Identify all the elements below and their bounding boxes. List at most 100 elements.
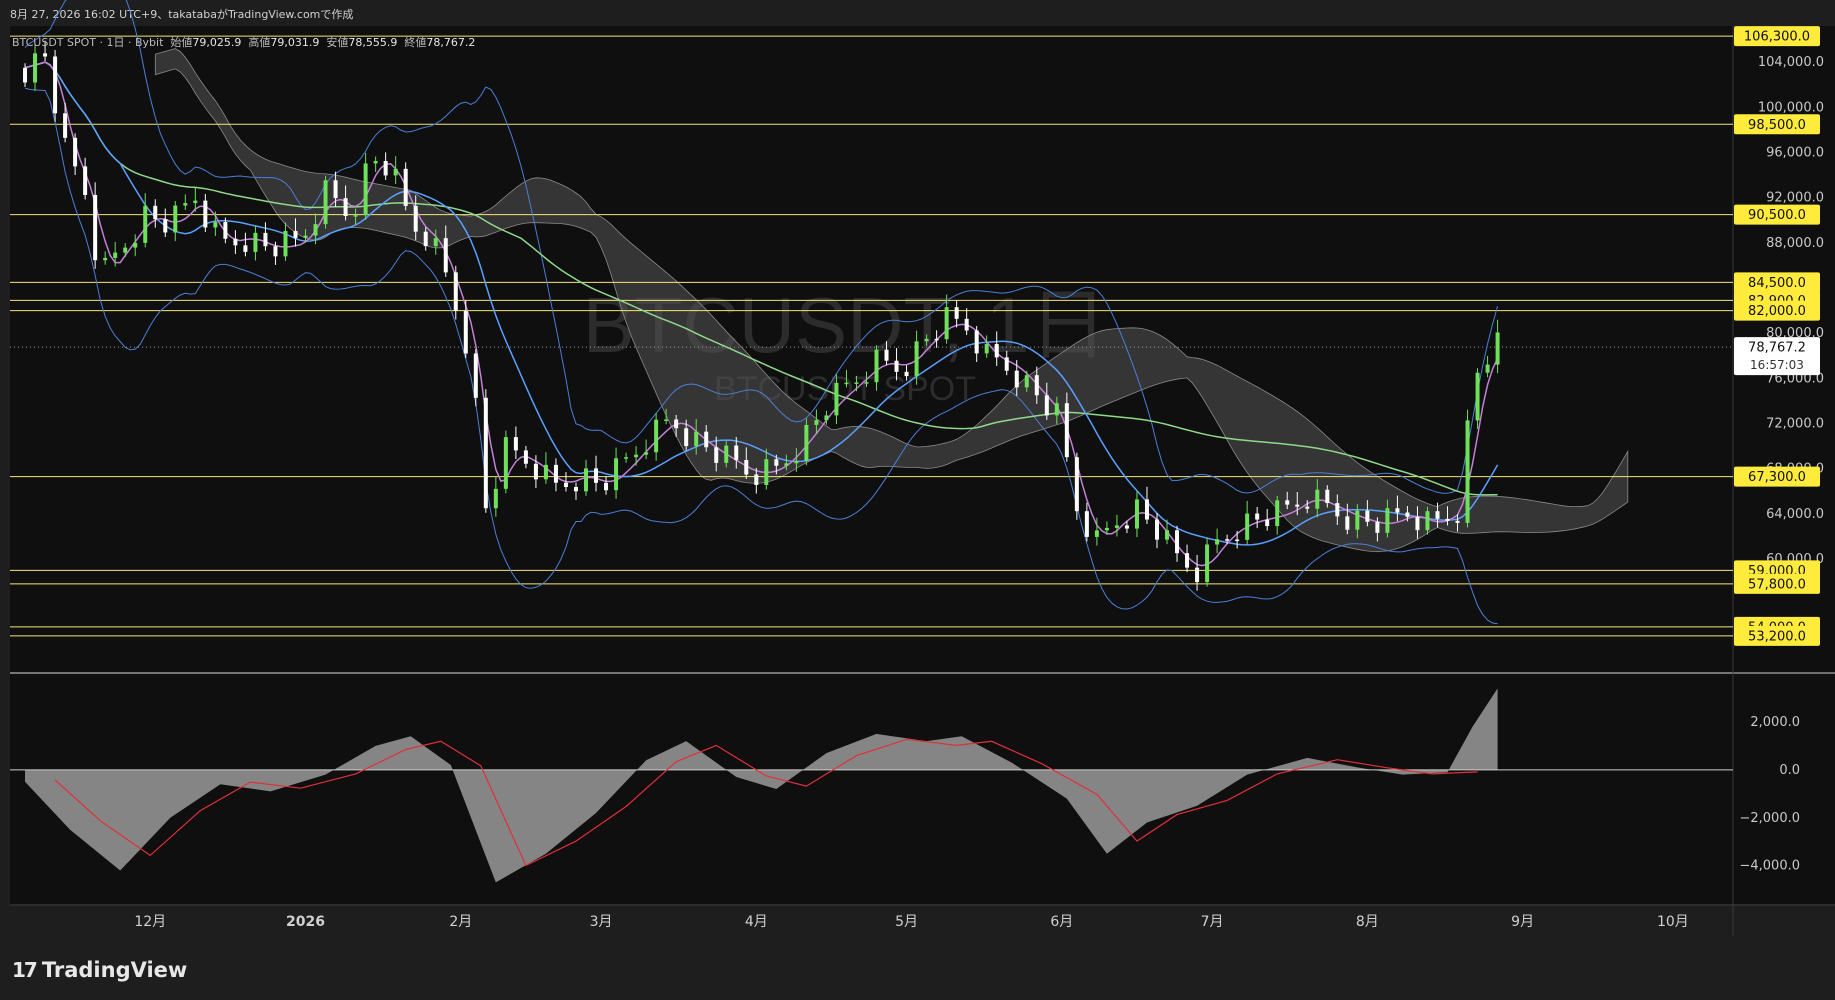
- candle-body: [674, 419, 679, 429]
- candle-body: [984, 344, 989, 354]
- candle-body: [573, 487, 578, 492]
- candle-body: [343, 198, 348, 216]
- close-value: 78,767.2: [426, 36, 476, 49]
- candle-body: [533, 463, 538, 480]
- candle-body: [1144, 499, 1149, 520]
- candle-body: [1355, 510, 1360, 530]
- candle-body: [1094, 530, 1099, 537]
- oscillator-tick-label: −4,000.0: [1739, 859, 1800, 874]
- candle-body: [163, 219, 168, 233]
- candle-body: [303, 235, 308, 238]
- candle-body: [503, 437, 508, 489]
- candle-body: [704, 431, 709, 448]
- candle-body: [604, 482, 609, 491]
- tradingview-logo[interactable]: 17 TradingView: [12, 958, 187, 982]
- candle-body: [1485, 364, 1490, 373]
- candle-body: [884, 349, 889, 361]
- level-badge-label: 98,500.0: [1748, 118, 1806, 133]
- candle-body: [283, 230, 288, 257]
- candle-body: [774, 459, 779, 466]
- candle-body: [1124, 525, 1129, 529]
- price-tick-label: 72,000.0: [1766, 417, 1824, 432]
- candle-body: [904, 371, 909, 377]
- candle-body: [1165, 530, 1170, 540]
- time-tick-label: 7月: [1201, 914, 1224, 930]
- candle-body: [1074, 457, 1079, 512]
- candle-body: [914, 341, 919, 377]
- oscillator-tick-label: 2,000.0: [1750, 715, 1800, 730]
- candle-body: [1134, 499, 1139, 529]
- time-tick-label: 2026: [286, 914, 325, 930]
- open-value: 79,025.9: [192, 36, 242, 49]
- candle-body: [233, 238, 238, 246]
- candle-body: [203, 200, 208, 228]
- level-badge-label: 106,300.0: [1744, 30, 1810, 45]
- level-badge-label: 67,300.0: [1748, 470, 1806, 485]
- candle-body: [1195, 567, 1200, 583]
- candle-body: [113, 252, 118, 258]
- candle-body: [804, 424, 809, 461]
- candle-body: [1014, 370, 1019, 388]
- price-tick-label: 96,000.0: [1766, 145, 1824, 160]
- candle-body: [523, 450, 528, 464]
- candle-body: [483, 397, 488, 509]
- candle-body: [1395, 508, 1400, 513]
- candle-body: [373, 160, 378, 164]
- candle-body: [1465, 420, 1470, 523]
- candle-body: [634, 454, 639, 458]
- candle-body: [614, 458, 619, 491]
- candle-body: [1325, 489, 1330, 504]
- high-label: 高値: [248, 36, 271, 49]
- candle-body: [23, 67, 28, 83]
- candle-body: [784, 463, 789, 466]
- candle-body: [403, 168, 408, 206]
- price-tick-label: 92,000.0: [1766, 191, 1824, 206]
- bar-countdown-label: 16:57:03: [1750, 358, 1804, 372]
- candle-body: [1445, 518, 1450, 521]
- candle-body: [1375, 521, 1380, 533]
- time-tick-label: 3月: [590, 914, 613, 930]
- candle-body: [473, 353, 478, 398]
- candle-body: [1114, 525, 1119, 528]
- chart-canvas[interactable]: BTCUSDT, 1日BTCUSDT SPOT104,000.0100,000.…: [0, 0, 1835, 1000]
- candle-body: [654, 419, 659, 453]
- candle-body: [794, 460, 799, 464]
- candle-body: [443, 238, 448, 273]
- open-label: 始値: [170, 36, 193, 49]
- candle-body: [874, 349, 879, 383]
- candle-body: [63, 113, 68, 138]
- candle-body: [594, 468, 599, 483]
- candle-body: [944, 307, 949, 340]
- candle-body: [844, 382, 849, 385]
- candle-body: [553, 464, 558, 483]
- level-badge-label: 84,500.0: [1748, 276, 1806, 291]
- candle-body: [1285, 500, 1290, 505]
- oscillator-tick-label: −2,000.0: [1739, 811, 1800, 826]
- candle-body: [1275, 500, 1280, 527]
- candle-body: [273, 246, 278, 257]
- high-value: 79,031.9: [270, 36, 320, 49]
- candle-body: [1235, 539, 1240, 542]
- candle-body: [513, 437, 518, 451]
- time-tick-label: 5月: [895, 914, 918, 930]
- candle-body: [974, 330, 979, 354]
- candle-body: [1305, 506, 1310, 509]
- candle-body: [153, 205, 158, 220]
- candle-body: [333, 180, 338, 199]
- candle-body: [1004, 357, 1009, 371]
- candle-body: [133, 242, 138, 248]
- candle-body: [353, 215, 358, 217]
- candle-body: [1455, 520, 1460, 523]
- candle-body: [253, 232, 258, 252]
- candle-body: [664, 419, 669, 421]
- candle-body: [864, 382, 869, 384]
- candle-body: [954, 307, 959, 319]
- time-tick-label: 2月: [449, 914, 472, 930]
- candle-body: [463, 310, 468, 354]
- level-badge-label: 57,800.0: [1748, 577, 1806, 592]
- ohlc-legend[interactable]: BTCUSDT SPOT · 1日 · Bybit 始値79,025.9 高値7…: [12, 34, 475, 50]
- candle-body: [824, 415, 829, 421]
- candle-body: [313, 224, 318, 236]
- oscillator-tick-label: 0.0: [1779, 763, 1800, 778]
- candle-body: [1024, 375, 1029, 388]
